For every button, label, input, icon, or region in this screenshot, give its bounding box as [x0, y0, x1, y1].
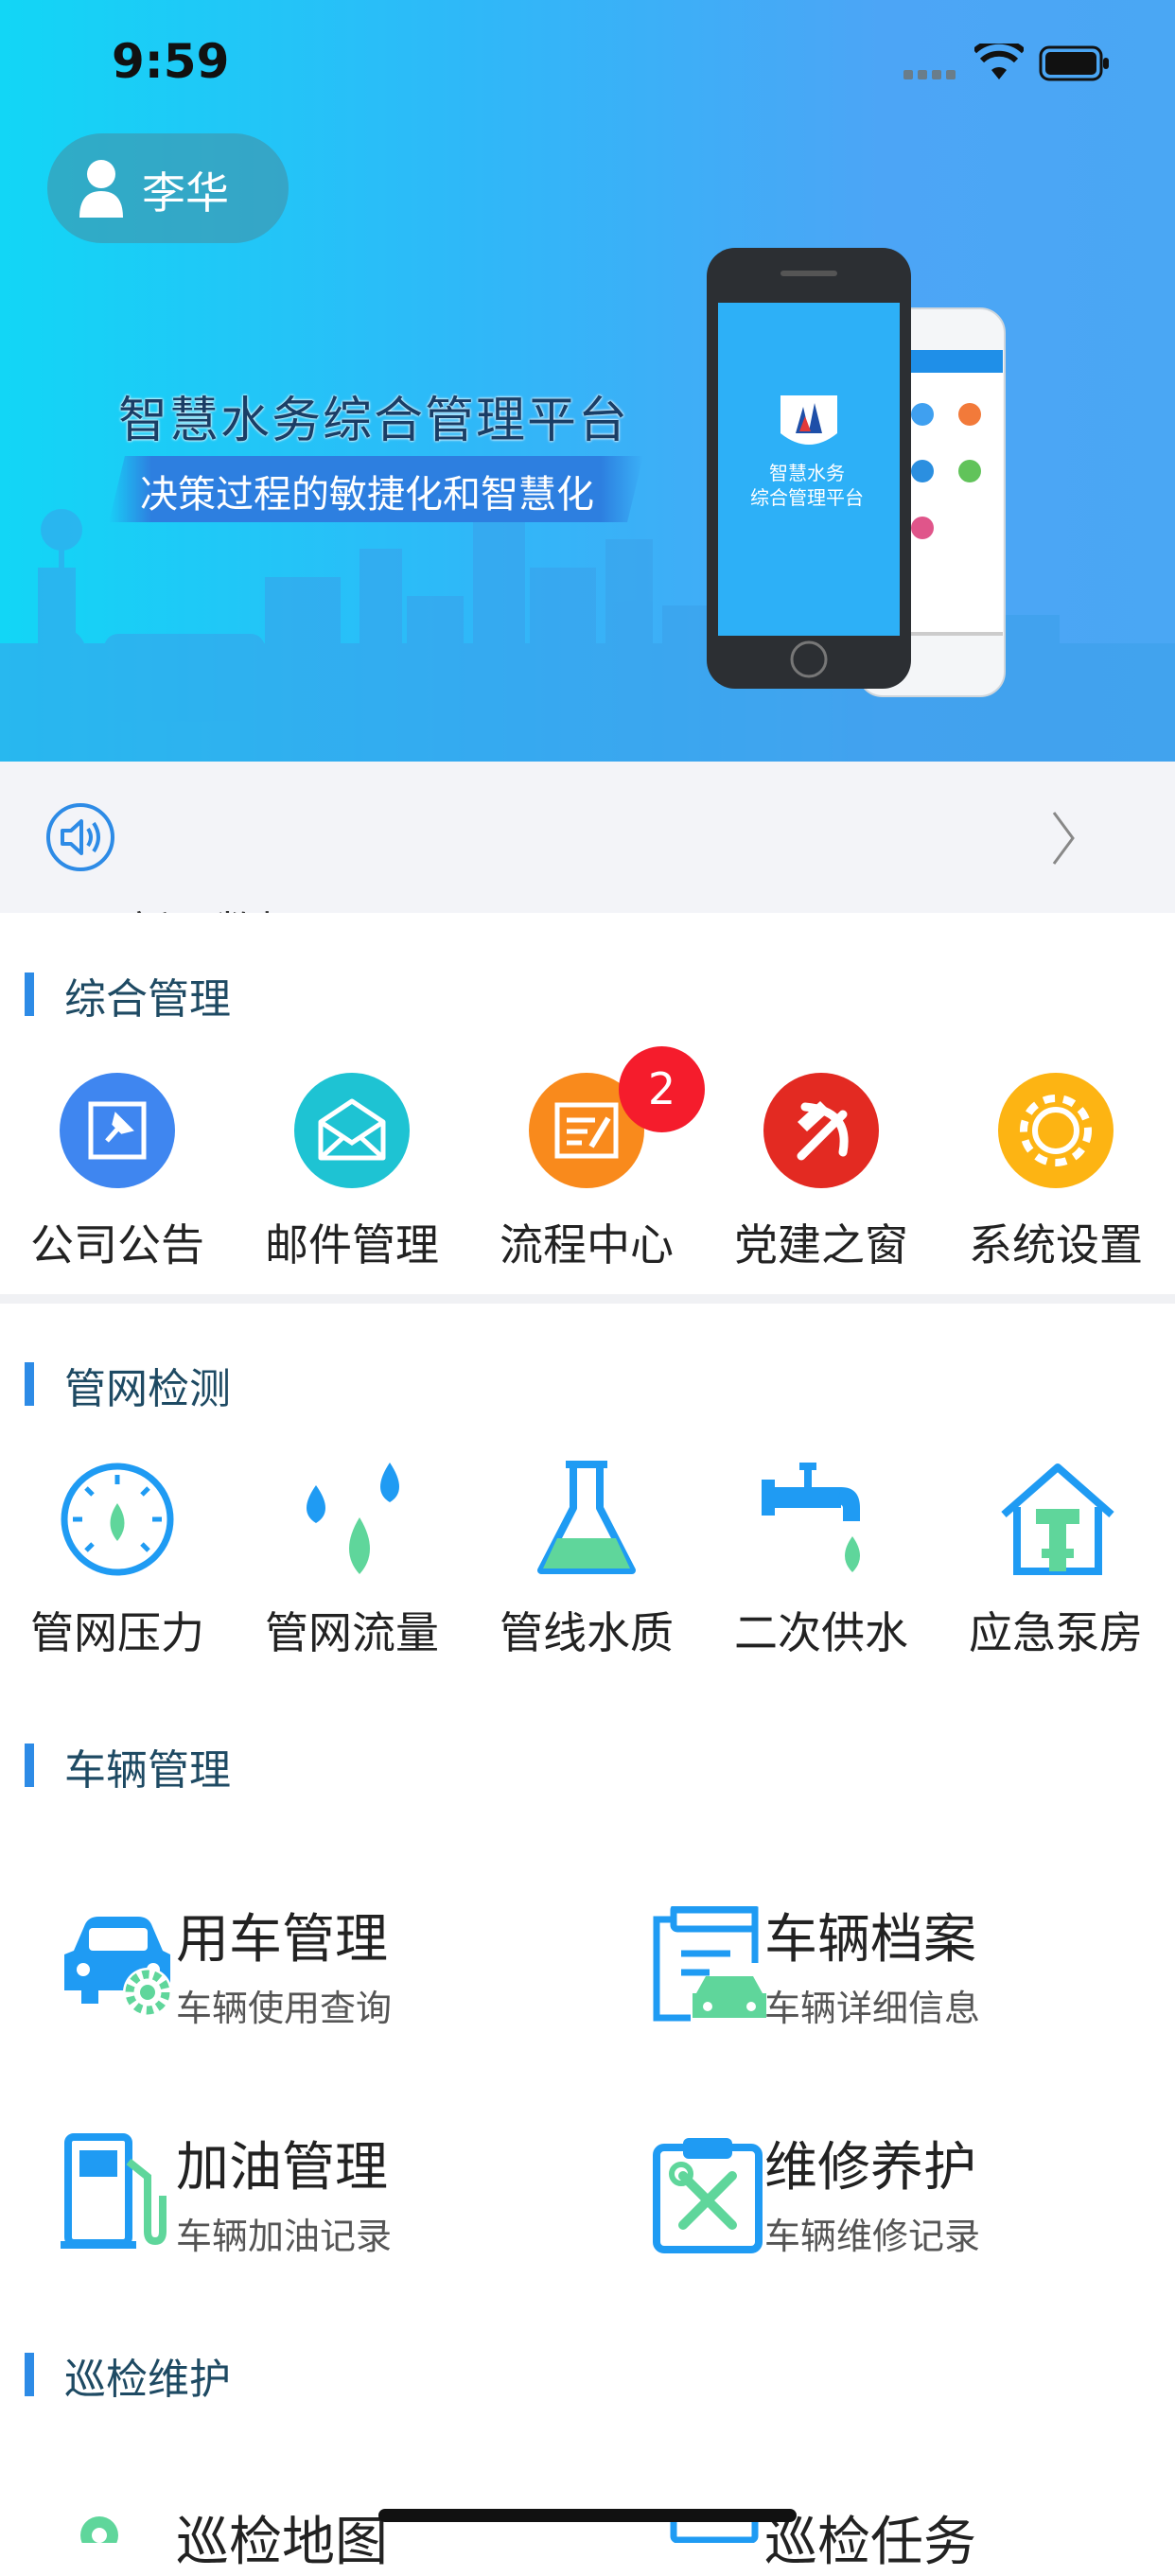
card-subtitle: 车辆维修记录: [764, 2216, 981, 2257]
banner-slogan: 决策过程的敏捷化和智慧化: [140, 473, 594, 517]
user-icon: [79, 160, 123, 218]
banner-title: 智慧水务综合管理平台: [118, 393, 630, 449]
droplets-icon: [307, 1463, 399, 1574]
section-title-pipe: 管网检测: [64, 1365, 231, 1413]
notice-bar[interactable]: 新工数据: [0, 762, 1175, 913]
wifi-icon: [974, 44, 1024, 79]
card-subtitle: 车辆详细信息: [764, 1988, 981, 2029]
item-label: 党建之窗: [734, 1219, 908, 1270]
mail-icon: [294, 1073, 410, 1188]
map-pin-icon: [80, 2516, 118, 2543]
section-title-patrol: 巡检维护: [64, 2356, 231, 2404]
car-gear-icon: [64, 1917, 172, 2017]
card-subtitle: 车辆使用查询: [176, 1988, 393, 2029]
section-bar: [25, 1362, 34, 1406]
card-subtitle: 车辆加油记录: [176, 2216, 393, 2257]
speaker-icon: [46, 803, 114, 871]
status-time: 9:59: [112, 34, 230, 89]
car-file-icon: [653, 1906, 766, 2022]
card-title: 用车管理: [176, 1909, 388, 1971]
section-bar: [25, 973, 34, 1016]
phone-screen-text: 智慧水务 综合管理平台: [750, 462, 864, 509]
faucet-icon: [762, 1463, 860, 1572]
user-name: 李华: [142, 167, 229, 219]
card-title: 巡检任务: [764, 2512, 976, 2573]
flask-icon: [537, 1461, 636, 1574]
card-title: 巡检地图: [176, 2512, 388, 2573]
section-bar: [25, 1744, 34, 1787]
item-label: 管线水质: [500, 1607, 674, 1658]
item-label: 公司公告: [30, 1219, 204, 1270]
item-label: 邮件管理: [265, 1219, 439, 1270]
notification-badge: 2: [619, 1046, 705, 1132]
home-indicator[interactable]: [378, 2509, 797, 2522]
pump-house-icon: [1001, 1463, 1114, 1575]
card-title: 维修养护: [764, 2137, 976, 2199]
hammer-sickle-icon: [763, 1073, 879, 1188]
chevron-right-icon[interactable]: [1050, 809, 1079, 867]
fuel-pump-icon: [61, 2133, 167, 2249]
item-label: 流程中心: [500, 1219, 674, 1270]
card-title: 车辆档案: [764, 1909, 976, 1971]
banner[interactable]: 9:59 李华 智慧水务综合管理平台 决策过程的敏捷化和智慧化 智慧水务 综合管…: [0, 0, 1175, 762]
repair-tools-icon: [653, 2138, 763, 2253]
section-title-vehicle: 车辆管理: [64, 1746, 231, 1795]
gauge-icon: [61, 1463, 174, 1576]
section-divider: [0, 1294, 1175, 1304]
section-bar: [25, 2353, 34, 2396]
item-label: 二次供水: [734, 1607, 908, 1658]
pin-icon: [60, 1073, 175, 1188]
item-label: 管网流量: [265, 1607, 439, 1658]
item-label: 管网压力: [30, 1607, 204, 1658]
signal-icon: [903, 70, 956, 79]
gear-icon: [998, 1073, 1114, 1188]
card-title: 加油管理: [176, 2137, 388, 2199]
section-title-general: 综合管理: [64, 975, 231, 1024]
item-label: 应急泵房: [969, 1607, 1143, 1658]
item-label: 系统设置: [969, 1219, 1143, 1270]
notice-text: 新工数据: [128, 899, 302, 913]
battery-icon: [1039, 45, 1109, 81]
